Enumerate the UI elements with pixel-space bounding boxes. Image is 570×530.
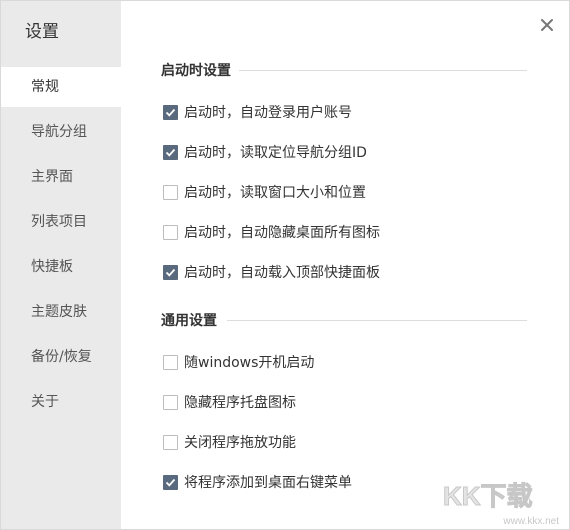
option-start-with-windows[interactable]: 随windows开机启动 [163,352,314,372]
option-label: 将程序添加到桌面右键菜单 [184,475,352,491]
option-label: 启动时，读取定位导航分组ID [184,145,367,161]
option-label: 隐藏程序托盘图标 [184,395,296,411]
checkbox[interactable] [163,144,178,160]
section-title-startup: 启动时设置 [161,63,231,79]
checkbox[interactable] [163,224,178,240]
sidebar-item-label: 列表项目 [31,214,87,230]
sidebar-item-label: 关于 [31,394,59,410]
check-icon [165,148,176,157]
checkbox[interactable] [163,434,178,450]
watermark-url: www.kkx.net [503,516,559,527]
checkbox[interactable] [163,394,178,410]
option-hide-tray-icon[interactable]: 隐藏程序托盘图标 [163,392,296,412]
checkbox[interactable] [163,184,178,200]
checkbox[interactable] [163,104,178,120]
sidebar-item-themes[interactable]: 主题皮肤 [1,292,121,332]
option-load-quick-panel[interactable]: 启动时，自动载入顶部快捷面板 [163,262,380,282]
settings-window: 设置 常规 导航分组 主界面 列表项目 快捷板 主题皮肤 备份/恢复 关于 启动… [0,0,570,530]
checkbox[interactable] [163,354,178,370]
sidebar-item-label: 快捷板 [31,259,73,275]
sidebar-item-general[interactable]: 常规 [1,67,121,107]
sidebar-item-nav-groups[interactable]: 导航分组 [1,112,121,152]
sidebar-title: 设置 [25,22,59,42]
option-label: 启动时，自动载入顶部快捷面板 [184,265,380,281]
sidebar: 设置 常规 导航分组 主界面 列表项目 快捷板 主题皮肤 备份/恢复 关于 [1,1,121,529]
option-label: 关闭程序拖放功能 [184,435,296,451]
option-hide-desktop-icons[interactable]: 启动时，自动隐藏桌面所有图标 [163,222,380,242]
sidebar-item-label: 主界面 [31,169,73,185]
option-label: 启动时，读取窗口大小和位置 [184,185,366,201]
option-label: 随windows开机启动 [184,355,315,371]
close-button[interactable] [537,15,557,35]
sidebar-item-backup[interactable]: 备份/恢复 [1,337,121,377]
check-icon [165,108,176,117]
sidebar-item-label: 常规 [31,79,59,95]
sidebar-item-label: 备份/恢复 [31,349,92,365]
check-icon [165,268,176,277]
sidebar-item-list-items[interactable]: 列表项目 [1,202,121,242]
sidebar-item-label: 主题皮肤 [31,304,87,320]
close-icon [541,19,553,31]
option-label: 启动时，自动登录用户账号 [184,105,352,121]
section-title-general: 通用设置 [161,313,217,329]
watermark-logo: KK下载 [443,481,534,512]
option-read-nav-group[interactable]: 启动时，读取定位导航分组ID [163,142,367,162]
checkbox[interactable] [163,474,178,490]
option-read-window-size[interactable]: 启动时，读取窗口大小和位置 [163,182,366,202]
sidebar-item-main-ui[interactable]: 主界面 [1,157,121,197]
section-divider [227,320,527,321]
check-icon [165,478,176,487]
checkbox[interactable] [163,264,178,280]
sidebar-item-label: 导航分组 [31,124,87,140]
option-disable-drag-drop[interactable]: 关闭程序拖放功能 [163,432,296,452]
option-add-context-menu[interactable]: 将程序添加到桌面右键菜单 [163,472,352,492]
sidebar-item-quick-board[interactable]: 快捷板 [1,247,121,287]
svg-text:KK下载: KK下载 [443,481,533,511]
option-label: 启动时，自动隐藏桌面所有图标 [184,225,380,241]
section-divider [239,70,527,71]
option-auto-login[interactable]: 启动时，自动登录用户账号 [163,102,352,122]
watermark: KK下载 www.kkx.net [439,477,560,528]
sidebar-item-about[interactable]: 关于 [1,382,121,422]
